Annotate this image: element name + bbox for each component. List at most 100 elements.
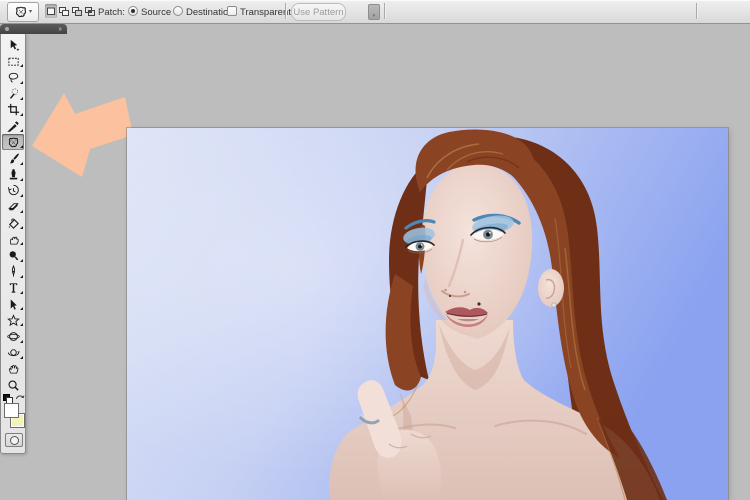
- document-canvas[interactable]: [127, 128, 728, 500]
- swap-colors-icon[interactable]: [15, 393, 25, 402]
- flyout-indicator-icon: [20, 242, 23, 246]
- tool-quick-selection[interactable]: [2, 86, 24, 102]
- toolbar-titlebar[interactable]: ››: [0, 24, 67, 34]
- tool-preset-picker[interactable]: ▾: [7, 2, 39, 22]
- new-selection-icon: [47, 7, 55, 15]
- tool-marquee[interactable]: [2, 53, 24, 69]
- tool-type[interactable]: [2, 280, 24, 296]
- patch-icon: [15, 6, 27, 18]
- flyout-indicator-icon: [20, 291, 23, 294]
- flyout-indicator-icon: [20, 161, 23, 165]
- tool-crop[interactable]: [2, 102, 24, 118]
- use-pattern-button[interactable]: Use Pattern: [291, 3, 346, 21]
- tool-lasso[interactable]: [2, 69, 24, 85]
- flyout-indicator-icon: [20, 258, 23, 262]
- beauty-mark: [477, 302, 481, 306]
- flyout-indicator-icon: [20, 145, 23, 149]
- flyout-indicator-icon: [20, 177, 23, 181]
- flyout-indicator-icon: [20, 339, 23, 343]
- tool-eyedropper[interactable]: [2, 118, 24, 134]
- destination-radio[interactable]: [173, 6, 183, 16]
- flyout-indicator-icon: [20, 193, 23, 197]
- quick-selection-icon: [9, 88, 18, 99]
- 3d-orbit-icon: [7, 349, 20, 357]
- panel-close-icon[interactable]: [5, 27, 9, 31]
- intersect-selection-mode-button[interactable]: [84, 4, 96, 18]
- tool-pen[interactable]: [2, 264, 24, 280]
- eyedropper-icon: [6, 120, 19, 132]
- portrait-photo: [127, 128, 728, 500]
- custom-shape-icon: [6, 314, 20, 326]
- annotation-arrow: [32, 93, 133, 177]
- photoshop-window: { "options_bar": { "tool_preset": {"icon…: [0, 0, 750, 500]
- tool-list: [1, 34, 25, 393]
- tool-eraser[interactable]: [2, 199, 24, 215]
- intersect-selection-icon: [85, 7, 95, 16]
- patch-icon: [8, 137, 18, 147]
- tool-smudge[interactable]: [2, 231, 24, 247]
- tool-history-brush[interactable]: [2, 183, 24, 199]
- paint-bucket-icon: [8, 218, 19, 229]
- quick-mask-icon: [9, 435, 19, 445]
- tool-clone-stamp[interactable]: [2, 167, 24, 183]
- transparent-label: Transparent: [240, 7, 291, 18]
- tool-path-selection[interactable]: [2, 296, 24, 312]
- tool-patch[interactable]: [2, 134, 24, 151]
- tool-custom-shape[interactable]: [2, 312, 24, 328]
- swatch-area: [1, 394, 27, 450]
- separator: [696, 3, 697, 19]
- separator: [285, 3, 286, 19]
- patch-label: Patch:: [98, 7, 125, 18]
- tool-brush[interactable]: [2, 150, 24, 166]
- separator: [384, 3, 385, 19]
- flyout-indicator-icon: [20, 323, 23, 327]
- hand-icon: [8, 365, 18, 374]
- pattern-picker-dropdown[interactable]: ▾: [368, 4, 380, 20]
- smudge-icon: [9, 236, 19, 245]
- brush-icon: [9, 153, 19, 164]
- quick-mask-button[interactable]: [5, 433, 23, 448]
- tool-move[interactable]: [2, 37, 24, 53]
- subtract-from-selection-icon: [72, 7, 82, 16]
- clone-stamp-icon: [9, 169, 17, 180]
- selection-mode-group: [45, 4, 96, 18]
- source-radio[interactable]: [128, 6, 138, 16]
- flyout-indicator-icon: [20, 64, 23, 68]
- flyout-indicator-icon: [20, 274, 23, 278]
- subtract-from-selection-mode-button[interactable]: [71, 4, 83, 18]
- foreground-color-swatch[interactable]: [4, 403, 19, 419]
- preset-caret-icon: ▾: [28, 9, 32, 15]
- flyout-indicator-icon: [20, 96, 23, 100]
- tool-paint-bucket[interactable]: [2, 215, 24, 231]
- add-to-selection-icon: [59, 7, 69, 16]
- new-selection-mode-button[interactable]: [45, 4, 57, 18]
- toolbar-panel: [0, 34, 26, 454]
- source-label: Source: [141, 7, 172, 18]
- tool-3d-orbit[interactable]: [2, 345, 24, 361]
- move-icon: [10, 39, 19, 51]
- 3d-rotate-icon: [6, 332, 20, 341]
- default-colors-icon[interactable]: [3, 394, 13, 405]
- transparent-checkbox[interactable]: [227, 6, 237, 16]
- flyout-indicator-icon: [20, 112, 23, 116]
- flyout-indicator-icon: [20, 355, 23, 359]
- type-icon: [9, 283, 17, 294]
- crop-icon: [7, 104, 19, 116]
- tool-zoom[interactable]: [2, 377, 24, 393]
- add-to-selection-mode-button[interactable]: [58, 4, 70, 18]
- zoom-icon: [7, 380, 19, 391]
- flyout-indicator-icon: [20, 226, 23, 230]
- tool-hand[interactable]: [2, 361, 24, 377]
- eraser-icon: [7, 203, 19, 211]
- path-selection-icon: [10, 298, 17, 310]
- flyout-indicator-icon: [20, 210, 23, 214]
- collapse-chevrons-icon[interactable]: ››: [58, 26, 62, 33]
- marquee-icon: [7, 57, 19, 66]
- options-bar: ▾ Patch: Source Destination Transparent …: [0, 0, 750, 24]
- history-brush-icon: [7, 185, 19, 196]
- pen-icon: [11, 265, 15, 277]
- flyout-indicator-icon: [20, 80, 23, 84]
- tool-dodge[interactable]: [2, 247, 24, 263]
- earring: [551, 302, 557, 308]
- tool-3d-rotate[interactable]: [2, 328, 24, 344]
